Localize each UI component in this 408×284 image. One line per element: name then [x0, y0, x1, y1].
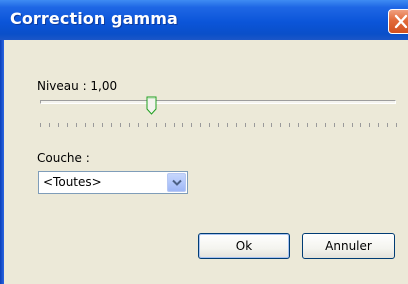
title-bar[interactable]: Correction gamma: [0, 0, 408, 40]
slider-ticks: [40, 123, 397, 127]
close-button[interactable]: [388, 9, 408, 34]
level-slider-track[interactable]: [40, 100, 396, 104]
layer-select-dropdown-button[interactable]: [167, 173, 186, 192]
ok-button[interactable]: Ok: [198, 233, 290, 259]
layer-select[interactable]: <Toutes>: [38, 171, 188, 194]
level-label: Niveau : 1,00: [37, 79, 118, 93]
window-title: Correction gamma: [10, 9, 178, 28]
chevron-down-icon: [172, 179, 182, 186]
layer-label: Couche :: [37, 151, 90, 165]
close-icon: [394, 14, 408, 29]
level-slider-thumb[interactable]: [146, 96, 157, 115]
gamma-correction-dialog: Correction gamma Niveau : 1,00 Couche : …: [0, 0, 408, 284]
cancel-button[interactable]: Annuler: [302, 233, 395, 259]
layer-select-value: <Toutes>: [43, 175, 102, 189]
